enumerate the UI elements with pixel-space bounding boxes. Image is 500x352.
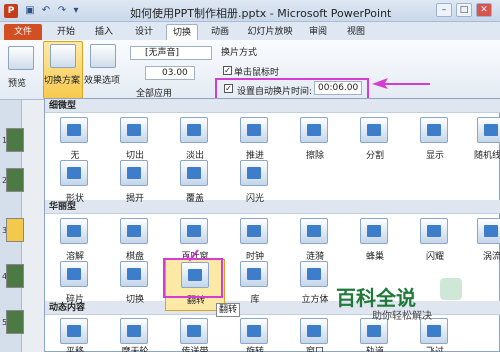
conveyor-icon (180, 318, 208, 344)
preview-button-label[interactable]: 预览 (8, 76, 26, 89)
tab-slideshow[interactable]: 幻灯片放映 (242, 24, 298, 40)
slide-thumbnail[interactable] (6, 310, 24, 334)
watermark-subtitle: 助你轻松解决 (372, 311, 432, 322)
transition-uncover[interactable]: 揭开 (105, 158, 165, 210)
transition-rotate[interactable]: 旋转 (225, 316, 285, 352)
save-icon[interactable]: ▣ (24, 5, 36, 17)
clock-icon (240, 218, 268, 244)
gallery-icon (240, 261, 268, 287)
shape-icon (60, 160, 88, 186)
annotation-check-icon (185, 249, 199, 262)
transition-reveal[interactable]: 显示 (405, 115, 465, 167)
transition-vortex[interactable]: 涡流 (462, 216, 500, 268)
vortex-icon (477, 218, 500, 244)
maximize-button[interactable]: □ (456, 3, 472, 17)
random-bars-icon (477, 117, 500, 143)
rotate-icon (240, 318, 268, 344)
slide-thumbnail[interactable] (6, 128, 24, 152)
ferris-wheel-icon (120, 318, 148, 344)
tab-view[interactable]: 视图 (342, 24, 370, 40)
blinds-icon (180, 218, 208, 244)
tab-animations[interactable]: 动画 (206, 24, 234, 40)
transition-switch[interactable]: 切换 (105, 259, 165, 311)
transition-scheme-label: 切换方案 (44, 76, 81, 86)
checkerboard-icon (120, 218, 148, 244)
dissolve-icon (60, 218, 88, 244)
section-subtle: 细微型 (45, 99, 500, 113)
ripple-icon (300, 218, 328, 244)
powerpoint-app-icon[interactable]: P (4, 4, 18, 18)
transition-conveyor[interactable]: 传送带 (165, 316, 225, 352)
slide-thumbnail[interactable] (6, 264, 24, 288)
advance-slide-heading: 换片方式 (221, 48, 258, 58)
uncover-icon (120, 160, 148, 186)
tooltip: 翻转 (216, 303, 240, 317)
transition-cover[interactable]: 覆盖 (165, 158, 225, 210)
effect-options-icon[interactable] (90, 44, 116, 68)
on-mouse-click-label: 单击鼠标时 (234, 68, 280, 78)
tab-transitions[interactable]: 切换 (166, 24, 198, 40)
flash-icon (240, 160, 268, 186)
close-button[interactable]: ✕ (476, 3, 492, 17)
transition-wipe[interactable]: 擦除 (285, 115, 345, 167)
cover-icon (180, 160, 208, 186)
duration-input[interactable]: 03.00 (145, 66, 195, 80)
window-title: 如何使用PPT制作相册.pptx - Microsoft PowerPoint (130, 7, 392, 20)
transition-window[interactable]: 窗口 (285, 316, 345, 352)
redo-icon[interactable]: ↷ (56, 5, 68, 17)
transition-glitter[interactable]: 闪耀 (405, 216, 465, 268)
effect-options-label[interactable]: 效果选项 (84, 73, 120, 86)
tab-insert[interactable]: 插入 (90, 24, 118, 40)
glitter-icon (420, 218, 448, 244)
pan-icon (60, 318, 88, 344)
transition-shape[interactable]: 形状 (45, 158, 105, 210)
fade-icon (180, 117, 208, 143)
transition-random-bars[interactable]: 随机线条 (462, 115, 500, 167)
transition-ferris-wheel[interactable]: 摩天轮 (105, 316, 165, 352)
sound-select[interactable]: [无声音] (130, 46, 212, 60)
annotation-arrow-icon (372, 78, 430, 89)
transition-honeycomb[interactable]: 蜂巢 (345, 216, 405, 268)
annotation-highlight-box (215, 78, 369, 100)
on-mouse-click-checkbox[interactable]: ✓ (223, 66, 232, 75)
window-icon (300, 318, 328, 344)
undo-icon[interactable]: ↶ (40, 5, 52, 17)
tab-design[interactable]: 设计 (130, 24, 158, 40)
minimize-button[interactable]: – (436, 3, 452, 17)
cut-icon (120, 117, 148, 143)
tab-home[interactable]: 开始 (52, 24, 80, 40)
wipe-icon (300, 117, 328, 143)
cube-icon (300, 261, 328, 287)
slide-thumbnail[interactable] (6, 168, 24, 192)
preview-icon[interactable] (8, 46, 34, 70)
transition-pan[interactable]: 平移 (45, 316, 105, 352)
customize-quick-access-icon[interactable]: ▾ (70, 5, 82, 17)
reveal-icon (420, 117, 448, 143)
push-icon (240, 117, 268, 143)
none-icon (60, 117, 88, 143)
transition-shred[interactable]: 碎片 (45, 259, 105, 311)
transition-split[interactable]: 分割 (345, 115, 405, 167)
tab-review[interactable]: 审阅 (304, 24, 332, 40)
annotation-flip-highlight (163, 258, 223, 298)
split-icon (360, 117, 388, 143)
watermark-logo-icon (440, 278, 462, 300)
transition-flash[interactable]: 闪光 (225, 158, 285, 210)
switch-icon (120, 261, 148, 287)
transition-scheme-icon (50, 44, 76, 68)
honeycomb-icon (360, 218, 388, 244)
slide-thumbnail-selected[interactable] (6, 218, 24, 242)
shred-icon (60, 261, 88, 287)
tab-file[interactable]: 文件 (4, 24, 42, 40)
